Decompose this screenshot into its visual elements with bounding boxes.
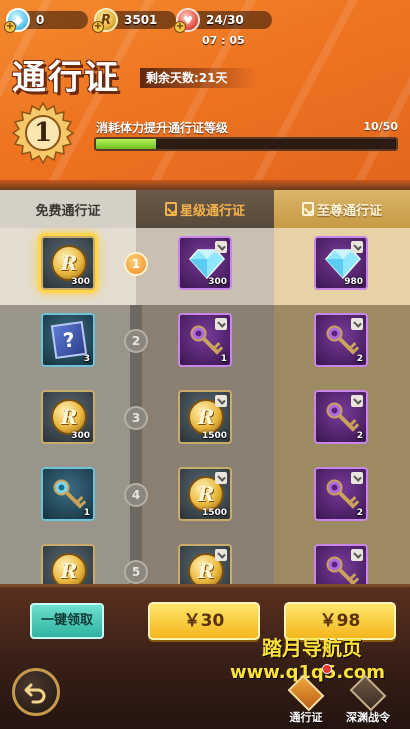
reward-star-slot[interactable]: 1	[178, 313, 232, 367]
reward-quantity: 300	[71, 277, 90, 287]
reward-star-slot[interactable]: R 1500	[178, 390, 232, 444]
lock-icon	[215, 472, 227, 484]
diamond-resource[interactable]: ◆ + 0	[4, 8, 88, 33]
reward-star-slot[interactable]: 300	[178, 236, 232, 290]
reward-quantity: 1	[83, 508, 90, 518]
nav-battle-pass-label: 通行证	[289, 711, 323, 724]
lock-icon	[215, 241, 227, 253]
reward-quantity: 1500	[201, 431, 227, 441]
exp-label: 消耗体力提升通行证等级	[96, 121, 229, 135]
nav-abyss-order[interactable]: 深渊战令	[340, 674, 396, 725]
reward-free-slot[interactable]: ? 3	[41, 313, 95, 367]
page-title: 通行证	[12, 58, 120, 98]
stamina-count: 24/30	[206, 13, 244, 27]
tier-free-header: 免费通行证	[0, 190, 136, 228]
reward-quantity: 2	[356, 354, 363, 364]
back-arrow-icon	[24, 683, 46, 704]
reward-supreme-slot[interactable]	[314, 544, 368, 584]
coin-add-icon[interactable]: +	[92, 21, 104, 33]
level-node: 5	[124, 560, 148, 584]
level-node: 3	[124, 406, 148, 430]
reward-quantity: 1	[220, 354, 227, 364]
pass-level-badge: 1	[10, 100, 76, 166]
coin-icon: R	[51, 399, 87, 435]
lock-icon	[351, 395, 363, 407]
lock-icon	[301, 202, 314, 216]
remaining-days: 剩余天数:21天	[140, 68, 258, 88]
tier-star-label: 星级通行证	[179, 203, 245, 219]
level-node: 4	[124, 483, 148, 507]
tier-free-label: 免费通行证	[35, 203, 101, 219]
reward-quantity: 980	[344, 277, 363, 287]
tier-star-header[interactable]: 星级通行证	[136, 190, 274, 228]
reward-quantity: 2	[356, 508, 363, 518]
lock-icon	[351, 241, 363, 253]
coin-resource[interactable]: R + 3501	[92, 8, 176, 33]
lock-icon	[215, 318, 227, 330]
lock-icon	[215, 549, 227, 561]
reward-quantity: 1500	[201, 508, 227, 518]
exp-progress-fill	[96, 139, 156, 149]
reward-supreme-slot[interactable]: 980	[314, 236, 368, 290]
reward-quantity: 2	[356, 431, 363, 441]
lock-icon	[351, 318, 363, 330]
watermark-title: 踏月导航页	[262, 636, 362, 660]
reward-supreme-slot[interactable]: 2	[314, 390, 368, 444]
nav-battle-pass[interactable]: 通行证	[278, 674, 334, 725]
pass-banner: ◆ + 0 R + 3501 ♥ + 24/30 07 : 05 通行证 剩余天…	[0, 0, 410, 190]
stamina-resource[interactable]: ♥ + 24/30	[174, 8, 272, 33]
mystery-box-icon: ?	[50, 320, 88, 360]
reward-supreme-slot[interactable]: 2	[314, 313, 368, 367]
notification-dot	[322, 664, 332, 674]
reward-grid[interactable]: 1 R 300 300 980 2? 3 1 2 3 R 300 R 1500 2 4 1 R 1500 2 5 R R	[0, 228, 410, 584]
exp-count: 10/50	[363, 120, 398, 133]
coin-count: 3501	[124, 13, 158, 27]
reward-free-slot[interactable]: R	[41, 544, 95, 584]
reward-supreme-slot[interactable]: 2	[314, 467, 368, 521]
lock-icon	[164, 202, 177, 216]
diamond-add-icon[interactable]: +	[4, 21, 16, 33]
buy-star-pass-button[interactable]: ￥30	[148, 602, 260, 640]
lock-icon	[351, 472, 363, 484]
tier-supreme-header[interactable]: 至尊通行证	[274, 190, 410, 228]
pass-level-number: 1	[33, 118, 53, 148]
lock-icon	[351, 549, 363, 561]
level-node: 2	[124, 329, 148, 353]
stamina-add-icon[interactable]: +	[174, 21, 186, 33]
nav-abyss-order-label: 深渊战令	[346, 711, 390, 724]
reward-star-slot[interactable]: R 1500	[178, 467, 232, 521]
coin-icon: R	[51, 553, 87, 584]
claim-all-button[interactable]: 一键领取	[30, 603, 104, 639]
footer-bar: 踏月导航页 www.q1q5.com 通行证 深渊战令	[0, 636, 410, 729]
diamond-count: 0	[36, 13, 45, 27]
reward-free-slot[interactable]: R 300	[41, 390, 95, 444]
coin-icon: R	[51, 245, 87, 281]
reward-free-slot[interactable]: 1	[41, 467, 95, 521]
stamina-timer: 07 : 05	[202, 34, 245, 47]
tier-header-row: 免费通行证 星级通行证 至尊通行证	[0, 190, 410, 228]
reward-quantity: 300	[71, 431, 90, 441]
level-node: 1	[124, 252, 148, 276]
exp-progress-bar	[94, 137, 398, 151]
back-button[interactable]	[12, 668, 60, 716]
lock-icon	[215, 395, 227, 407]
reward-quantity: 3	[83, 354, 90, 364]
reward-star-slot[interactable]: R	[178, 544, 232, 584]
reward-quantity: 300	[208, 277, 227, 287]
tier-supreme-label: 至尊通行证	[316, 203, 382, 219]
reward-free-slot[interactable]: R 300	[41, 236, 95, 290]
